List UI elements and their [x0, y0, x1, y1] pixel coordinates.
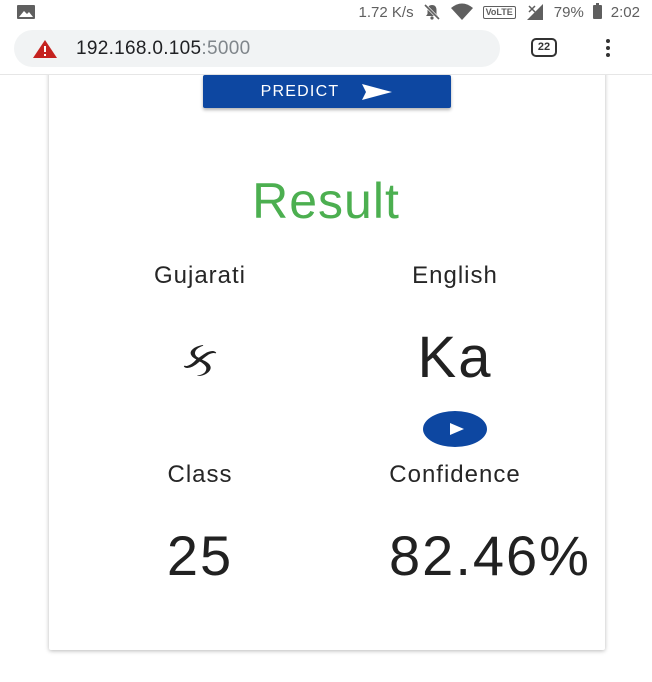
mute-icon: [423, 3, 441, 21]
english-transliteration: Ka: [417, 325, 493, 390]
play-audio-button[interactable]: [423, 411, 487, 447]
gujarati-label: Gujarati: [153, 262, 247, 289]
wifi-icon: [450, 3, 474, 21]
clock: 2:02: [610, 3, 640, 21]
confidence-value: 82.46%: [389, 524, 591, 587]
network-speed: 1.72 K/s: [358, 3, 414, 21]
result-title: Result: [252, 173, 400, 229]
battery-percent: 79%: [553, 3, 584, 21]
class-label: Class: [167, 461, 233, 488]
url-port: :5000: [201, 38, 251, 59]
image-icon: [16, 4, 36, 24]
predict-label: PREDICT: [260, 82, 340, 100]
url-host: 192.168.0.105: [76, 38, 202, 59]
send-icon: [362, 83, 393, 100]
url-text[interactable]: 192.168.0.105:5000: [76, 38, 250, 60]
play-icon: [449, 423, 464, 435]
status-bar: 1.72 K/s VoLTE 79% 2:02: [0, 0, 652, 24]
signal-icon: [525, 3, 545, 21]
predict-button[interactable]: PREDICT: [203, 75, 451, 108]
battery-icon: [592, 3, 602, 19]
warning-icon[interactable]: [32, 39, 58, 59]
english-label: English: [412, 262, 498, 289]
address-bar[interactable]: 192.168.0.105:5000: [14, 30, 500, 67]
confidence-label: Confidence: [389, 461, 521, 488]
tabs-icon[interactable]: 22: [531, 38, 557, 57]
browser-toolbar: 192.168.0.105:5000 22: [0, 24, 652, 75]
menu-icon[interactable]: [598, 36, 618, 62]
class-value: 25: [166, 524, 234, 587]
volte-badge: VoLTE: [482, 5, 516, 19]
gujarati-character: ક: [182, 330, 218, 388]
